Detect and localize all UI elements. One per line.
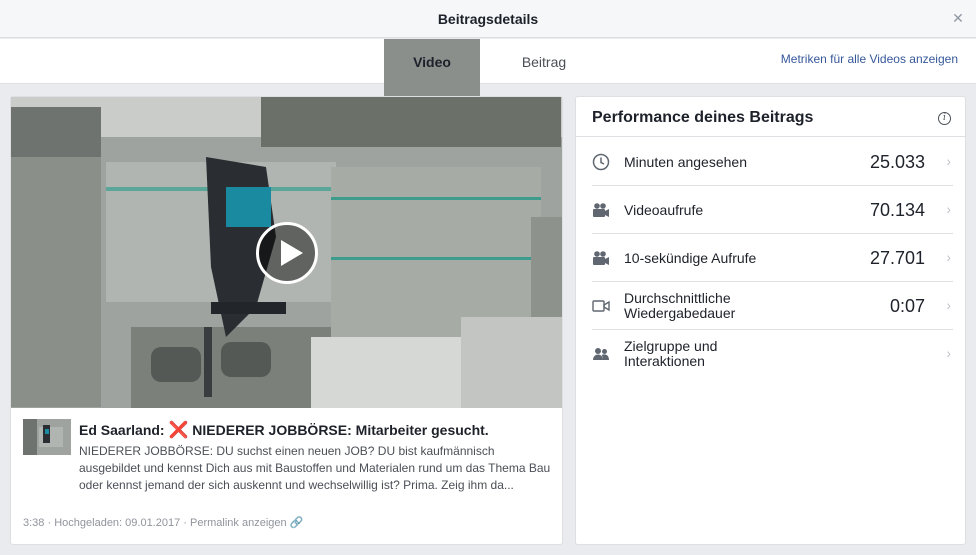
metric-label: Videoaufrufe [624,202,704,218]
video-camera-icon [593,203,609,217]
people-icon [593,348,609,360]
info-icon[interactable]: i [938,112,951,125]
metric-row-video-views[interactable]: Videoaufrufe 70.134 › [592,186,953,234]
post-title: Ed Saarland: ❌ NIEDERER JOBBÖRSE: Mitarb… [79,420,559,440]
all-videos-metrics-link[interactable]: Metriken für alle Videos anzeigen [781,52,958,66]
video-camera-icon [593,251,609,265]
metric-label: 10-sekündige Aufrufe [624,250,757,266]
metric-row-10s-views[interactable]: 10-sekündige Aufrufe 27.701 › [592,234,953,282]
post-headline: NIEDERER JOBBÖRSE: Mitarbeiter gesucht. [192,422,489,438]
close-icon[interactable]: ✕ [950,10,966,26]
post-meta: 3:38 · Hochgeladen: 09.01.2017 · Permali… [23,516,303,529]
video-player[interactable] [11,97,562,408]
chevron-right-icon: › [946,297,951,313]
metric-label: Minuten angesehen [624,154,747,170]
metric-value: 25.033 [869,152,925,172]
tab-beitrag[interactable]: Beitrag [496,39,592,84]
performance-heading: Performance deines Beitrags [592,109,814,126]
cross-mark-icon: ❌ [168,422,189,439]
play-button[interactable] [256,222,318,284]
metric-value: 70.134 [869,200,925,220]
link-icon: 🔗 [289,517,304,529]
metric-label-line2: Interaktionen [624,353,705,369]
tab-bar: Video Beitrag Metriken für alle Videos a… [0,39,976,350]
post-page-name[interactable]: Ed Saarland: [79,422,165,438]
metric-row-avg-watch-time[interactable]: Durchschnittliche Wiedergabedauer 0:07 › [592,282,953,330]
clock-icon [592,153,610,171]
permalink-link[interactable]: Permalink anzeigen [190,517,287,529]
video-duration: 3:38 [23,517,45,529]
chevron-right-icon: › [946,153,951,169]
video-card: Ed Saarland: ❌ NIEDERER JOBBÖRSE: Mitarb… [10,96,563,545]
upload-date: Hochgeladen: 09.01.2017 [54,517,181,529]
metric-label: Zielgruppe und Interaktionen [624,339,717,369]
chevron-right-icon: › [946,201,951,217]
metric-row-audience[interactable]: Zielgruppe und Interaktionen › [592,330,953,378]
meta-separator: · [183,517,187,529]
performance-card: Performance deines Beitrags i Minuten an… [575,96,966,545]
dialog-titlebar: Beitragsdetails ✕ [0,0,976,38]
performance-header: Performance deines Beitrags i [576,97,965,137]
post-thumbnail[interactable] [23,419,71,455]
metric-value: 0:07 [889,296,925,316]
metric-label-line2: Wiedergabedauer [624,305,736,321]
metric-label-line1: Durchschnittliche [624,290,731,306]
chevron-right-icon: › [946,345,951,361]
post-description: NIEDERER JOBBÖRSE: DU suchst einen neuen… [79,444,551,492]
chevron-right-icon: › [946,249,951,265]
dialog-title: Beitragsdetails [437,11,539,27]
metric-value: 27.701 [869,248,925,268]
metric-label: Durchschnittliche Wiedergabedauer [624,291,735,321]
video-outline-icon [592,300,610,312]
metric-row-minutes-viewed[interactable]: Minuten angesehen 25.033 › [592,138,953,186]
metric-label-line1: Zielgruppe und [624,338,718,354]
meta-separator: · [47,517,52,529]
